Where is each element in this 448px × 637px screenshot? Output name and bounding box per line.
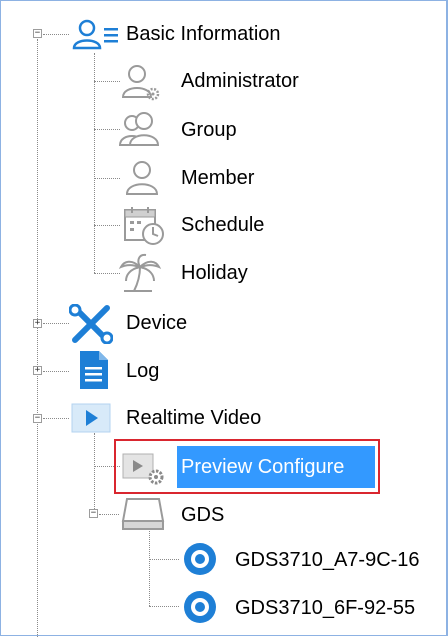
tree-connector [149,531,150,606]
expand-toggle-device[interactable]: + [33,319,42,328]
camera-icon [184,543,216,575]
tree-item-group[interactable]: Group [181,118,237,142]
tree-connector [94,433,95,513]
tree-connector [94,273,120,274]
schedule-calendar-icon [124,207,164,245]
tree-connector [94,225,120,226]
tree-connector [43,418,69,419]
tree-connector [43,371,69,372]
collapse-toggle-realtime-video[interactable]: − [33,414,42,423]
member-icon [125,161,159,195]
tree-item-holiday[interactable]: Holiday [181,261,248,285]
tree-connector [37,39,38,637]
group-icon [118,112,160,146]
tree-connector [149,606,179,607]
tree-connector [99,514,119,515]
tree-connector [94,178,120,179]
play-icon [71,403,111,433]
tree-item-gds[interactable]: GDS [181,503,224,527]
play-gear-icon [122,453,164,485]
device-box-icon [121,498,165,530]
tree-connector [149,559,179,560]
tree-item-device[interactable]: Device [126,311,187,335]
tree-item-camera-1[interactable]: GDS3710_A7-9C-16 [235,548,420,572]
tree-item-member[interactable]: Member [181,166,254,190]
tree-connector [43,34,69,35]
tree-item-administrator[interactable]: Administrator [181,69,299,93]
tree-connector [94,53,95,273]
expand-toggle-log[interactable]: + [33,366,42,375]
document-icon [80,351,108,389]
tree-item-camera-2[interactable]: GDS3710_6F-92-55 [235,596,415,620]
tree-item-basic-information[interactable]: Basic Information [126,22,281,46]
device-tree-panel: − Basic Information Administrator Group … [0,0,448,637]
users-list-icon [72,19,118,50]
tree-item-preview-configure[interactable]: Preview Configure [181,455,344,479]
camera-icon [184,591,216,623]
tree-connector [94,129,120,130]
tree-connector [43,323,69,324]
palm-tree-icon [118,253,162,292]
tree-connector [94,81,120,82]
collapse-toggle-basic-information[interactable]: − [33,29,42,38]
tree-item-log[interactable]: Log [126,359,159,383]
tools-icon [69,304,113,344]
tree-item-schedule[interactable]: Schedule [181,213,264,237]
collapse-toggle-gds[interactable]: − [89,509,98,518]
tree-item-realtime-video[interactable]: Realtime Video [126,406,261,430]
admin-user-icon [121,65,160,101]
